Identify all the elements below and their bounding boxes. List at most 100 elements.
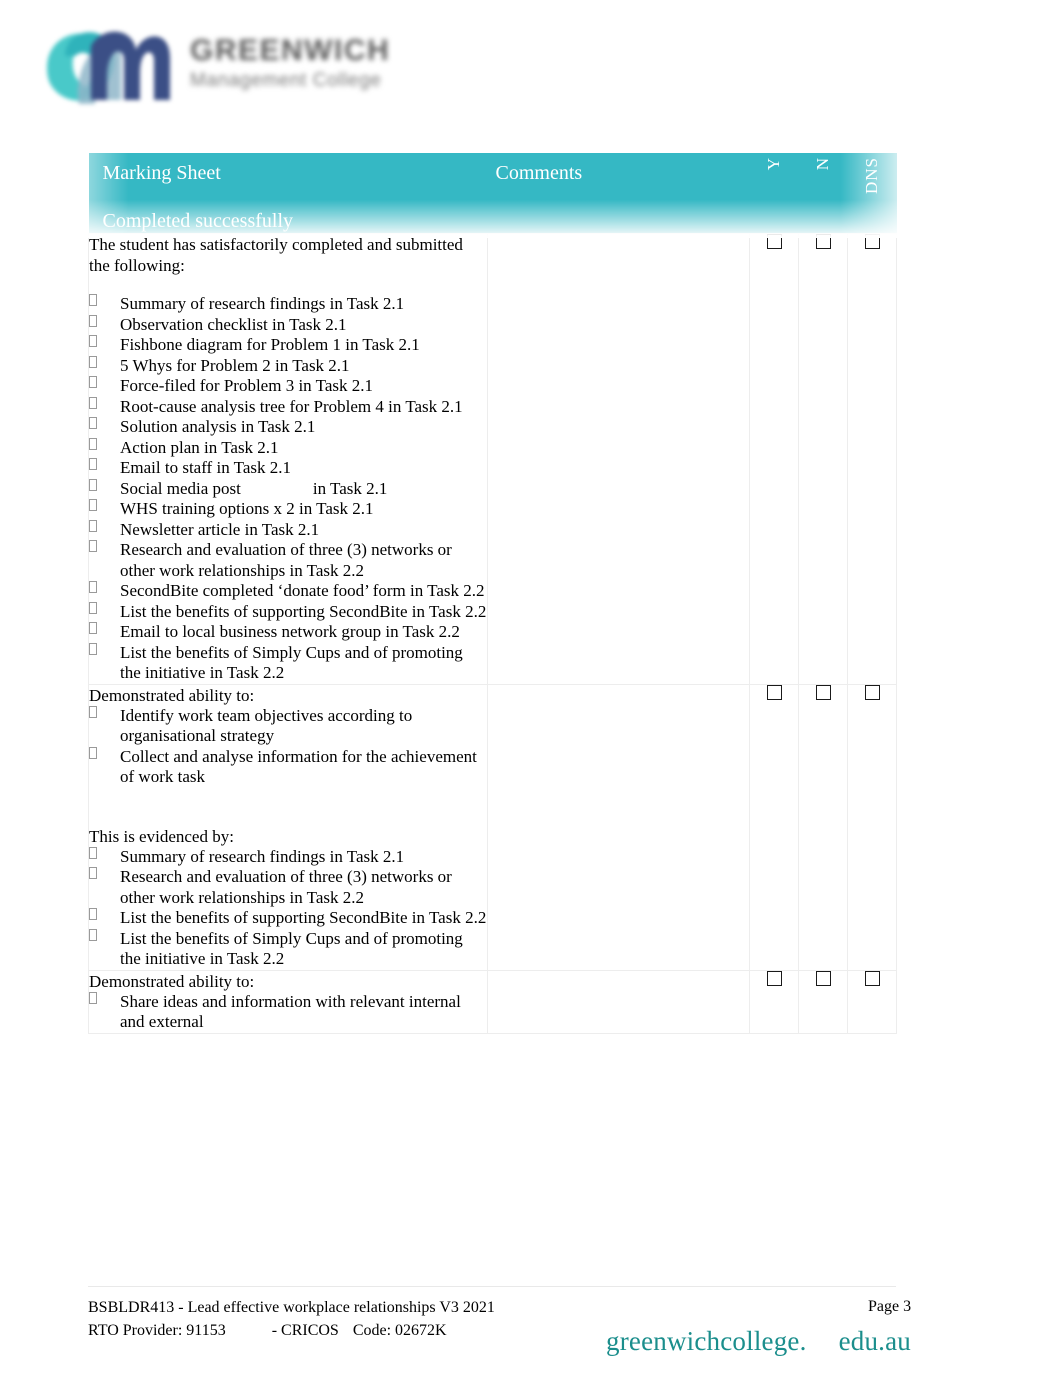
header-dns-cell: DNS [847, 153, 897, 234]
row2-item-list: Identify work team objectives according … [89, 705, 487, 788]
page-footer: BSBLDR413 - Lead effective workplace rel… [0, 1286, 1062, 1376]
checkbox-y[interactable] [766, 684, 782, 700]
criteria-cell-2: Demonstrated ability to: Identify work t… [88, 683, 488, 971]
list-item-label: List the benefits of Simply Cups and of … [120, 642, 463, 683]
row2-evidence-lead: This is evidenced by: [89, 826, 234, 846]
page-break-fade [80, 1228, 910, 1264]
box-bullet-icon [89, 355, 97, 368]
rto-cricos-line: RTO Provider: 91153 - CRICOS Code: 02672K [88, 1319, 495, 1342]
list-item-label: Research and evaluation of three (3) net… [120, 867, 452, 907]
checkbox-cell-n-2[interactable] [798, 683, 848, 971]
box-bullet-icon [89, 908, 97, 920]
unit-code-line: BSBLDR413 - Lead effective workplace rel… [88, 1299, 495, 1316]
header-n-cell: N [798, 153, 848, 234]
comments-cell-1[interactable] [487, 233, 750, 685]
checkbox-dns[interactable] [864, 684, 880, 700]
box-bullet-icon [89, 867, 97, 879]
comments-column-label: Comments [495, 162, 583, 184]
row1-item-list: Summary of research findings in Task 2.1… [89, 294, 487, 684]
box-bullet-icon [89, 622, 97, 634]
list-item-label: Summary of research findings in Task 2.1 [120, 846, 405, 866]
list-item: Solution analysis in Task 2.1 [89, 417, 487, 438]
url-domain-part: greenwichcollege. [606, 1326, 807, 1356]
header-y-cell: Y [749, 153, 799, 234]
checkbox-n[interactable] [815, 970, 831, 986]
list-item-label: Collect and analyse information for the … [120, 746, 477, 787]
list-item-label: Solution analysis in Task 2.1 [120, 417, 316, 436]
list-item: Root-cause analysis tree for Problem 4 i… [89, 396, 487, 418]
list-item: Summary of research findings in Task 2.1 [89, 846, 487, 868]
page-number: Page 3 [868, 1298, 912, 1315]
list-item: Email to local business network group in… [89, 622, 487, 643]
checkbox-cell-y-3[interactable] [749, 969, 799, 1034]
table-row: Demonstrated ability to: Identify work t… [88, 683, 897, 971]
list-item-label: Social media post [120, 478, 241, 498]
list-item-label: List the benefits of supporting SecondBi… [120, 908, 487, 927]
list-item: List the benefits of Simply Cups and of … [89, 928, 487, 970]
comments-cell-2[interactable] [487, 683, 750, 971]
gm-swoosh-logo-icon [47, 31, 170, 104]
list-item-label: Summary of research findings in Task 2.1 [120, 294, 405, 313]
checkbox-cell-y-1[interactable] [749, 233, 799, 685]
table-row: The student has satisfactorily completed… [88, 233, 897, 685]
list-item: Research and evaluation of three (3) net… [89, 540, 487, 581]
list-item-label: Share ideas and information with relevan… [120, 991, 461, 1032]
table-header-row: Marking Sheet Completed successfully Com… [88, 153, 897, 234]
list-item-label: Email to staff in Task 2.1 [120, 458, 291, 477]
logo-name-text: GREENWICH [190, 34, 391, 67]
marking-sheet-title: Marking Sheet [102, 162, 221, 184]
list-item: SecondBite completed ‘donate food’ form … [89, 581, 487, 602]
row3-lead-text: Demonstrated ability to: [89, 971, 255, 991]
list-item-label: List the benefits of supporting SecondBi… [120, 601, 487, 621]
list-item-label: SecondBite completed ‘donate food’ form … [120, 581, 485, 600]
box-bullet-icon [89, 335, 97, 347]
list-item: Research and evaluation of three (3) net… [89, 867, 487, 908]
box-bullet-icon [89, 846, 97, 859]
list-item-label: Force-filed for Problem 3 in Task 2.1 [120, 376, 373, 395]
checkbox-cell-dns-2[interactable] [847, 683, 897, 971]
list-item: Fishbone diagram for Problem 1 in Task 2… [89, 335, 487, 356]
list-item: WHS training options x 2 in Task 2.1 [89, 499, 487, 520]
box-bullet-icon [89, 458, 97, 470]
comments-cell-3[interactable] [487, 969, 750, 1034]
box-bullet-icon [89, 705, 97, 718]
checkbox-n[interactable] [815, 234, 831, 249]
criteria-cell-1: The student has satisfactorily completed… [88, 233, 488, 685]
checkbox-dns[interactable] [864, 234, 880, 249]
box-bullet-icon [89, 928, 97, 941]
checkbox-n[interactable] [815, 684, 831, 700]
box-bullet-icon [89, 437, 97, 450]
column-label-n: N [813, 157, 832, 171]
list-item: Force-filed for Problem 3 in Task 2.1 [89, 376, 487, 397]
list-item-label: Root-cause analysis tree for Problem 4 i… [120, 396, 463, 416]
box-bullet-icon [89, 314, 97, 327]
rto-provider-label: RTO Provider: 91153 [88, 1322, 226, 1339]
row2-lead-text: Demonstrated ability to: [89, 685, 255, 705]
column-label-dns: DNS [862, 157, 881, 195]
list-item: Action plan in Task 2.1 [89, 437, 487, 459]
checkbox-cell-n-3[interactable] [798, 969, 848, 1034]
list-item: Identify work team objectives according … [89, 705, 487, 747]
checkbox-y[interactable] [766, 234, 782, 249]
list-item-label: List the benefits of Simply Cups and of … [120, 928, 463, 969]
list-item-label: Action plan in Task 2.1 [120, 437, 279, 457]
header-comments-cell: Comments [487, 153, 750, 234]
checkbox-y[interactable] [766, 970, 782, 986]
checkbox-dns[interactable] [864, 970, 880, 986]
list-item: Collect and analyse information for the … [89, 746, 487, 788]
checkbox-cell-dns-1[interactable] [847, 233, 897, 685]
box-bullet-icon [89, 642, 97, 655]
list-item-label: Identify work team objectives according … [120, 705, 413, 746]
checkbox-cell-y-2[interactable] [749, 683, 799, 971]
footer-left-block: BSBLDR413 - Lead effective workplace rel… [88, 1296, 495, 1342]
checkbox-cell-n-1[interactable] [798, 233, 848, 685]
footer-website-url[interactable]: greenwichcollege. edu.au [606, 1326, 911, 1357]
list-item-label: 5 Whys for Problem 2 in Task 2.1 [120, 355, 350, 375]
row1-lead-text: The student has satisfactorily completed… [89, 235, 463, 275]
list-item: Newsletter article in Task 2.1 [89, 519, 487, 541]
list-item: Email to staff in Task 2.1 [89, 458, 487, 479]
checkbox-cell-dns-3[interactable] [847, 969, 897, 1034]
row3-item-list: Share ideas and information with relevan… [89, 991, 487, 1033]
box-bullet-icon [89, 396, 97, 409]
